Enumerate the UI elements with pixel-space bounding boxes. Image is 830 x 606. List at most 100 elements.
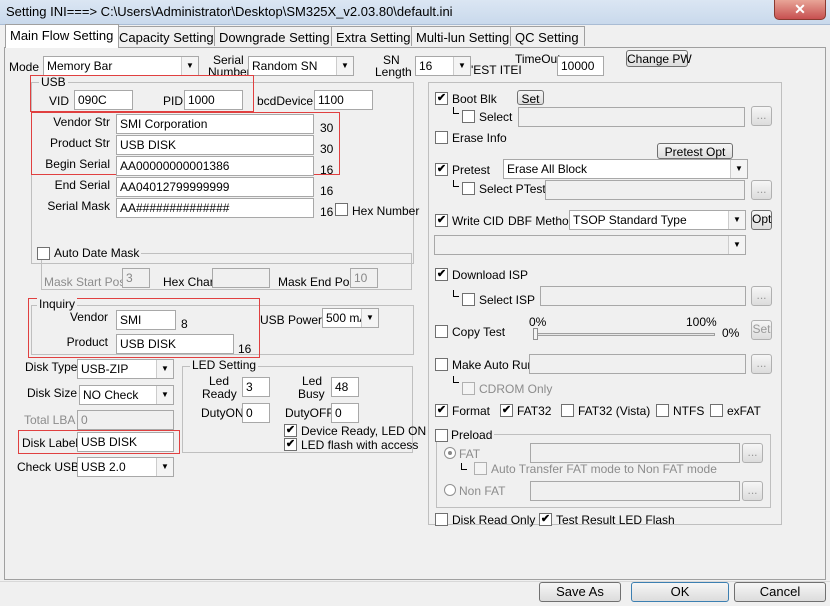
- total-lba-input[interactable]: 0: [77, 410, 174, 430]
- mask-start-input[interactable]: 3: [122, 268, 150, 288]
- mode-select[interactable]: Memory Bar ▼: [43, 56, 199, 76]
- led-ready-label-2: Ready: [202, 387, 237, 401]
- tab-main-flow-setting[interactable]: Main Flow Setting: [5, 24, 120, 48]
- sn-length-value: 16: [419, 59, 433, 73]
- tab-qc-setting[interactable]: QC Setting: [510, 26, 585, 46]
- led-busy-input[interactable]: 48: [331, 377, 359, 397]
- mode-value: Memory Bar: [47, 59, 113, 73]
- tab-extra-setting[interactable]: Extra Setting: [331, 26, 417, 46]
- pid-input[interactable]: 1000: [184, 90, 243, 110]
- inquiry-vendor-input[interactable]: SMI: [116, 310, 176, 330]
- led-flash-access-checkbox[interactable]: ✔: [284, 438, 297, 451]
- select-ptest-checkbox[interactable]: [462, 182, 475, 195]
- preload-checkbox[interactable]: [435, 429, 448, 442]
- select-isp-browse-button[interactable]: ...: [751, 286, 772, 306]
- boot-blk-checkbox[interactable]: ✔: [435, 92, 448, 105]
- make-auto-run-checkbox[interactable]: [435, 358, 448, 371]
- tab-multi-lun-setting[interactable]: Multi-lun Setting: [411, 26, 516, 46]
- boot-blk-select-checkbox[interactable]: [462, 110, 475, 123]
- disk-type-select[interactable]: USB-ZIP ▼: [77, 359, 174, 379]
- vendor-str-input[interactable]: SMI Corporation: [116, 114, 314, 134]
- erase-info-checkbox[interactable]: [435, 131, 448, 144]
- hex-char-label: Hex Char:: [163, 275, 218, 289]
- preload-fat-browse-button[interactable]: ...: [742, 443, 763, 463]
- end-serial-input[interactable]: AA04012799999999: [116, 177, 314, 197]
- led-ready-input[interactable]: 3: [242, 377, 270, 397]
- device-ready-checkbox[interactable]: ✔: [284, 424, 297, 437]
- dbf-method-select[interactable]: TSOP Standard Type ▼: [569, 210, 746, 230]
- copy-test-slider-thumb[interactable]: [533, 328, 538, 340]
- disk-label-input[interactable]: USB DISK: [77, 432, 174, 452]
- check-usb-select[interactable]: USB 2.0 ▼: [77, 457, 174, 477]
- tab-capacity-setting[interactable]: Capacity Setting: [114, 26, 220, 46]
- ok-button[interactable]: OK: [631, 582, 729, 602]
- preload-fat-path-input[interactable]: [530, 443, 740, 463]
- vid-input[interactable]: 090C: [74, 90, 133, 110]
- write-cid-checkbox[interactable]: ✔: [435, 214, 448, 227]
- test-result-led-checkbox[interactable]: ✔: [539, 513, 552, 526]
- product-str-input[interactable]: USB DISK: [116, 135, 314, 155]
- bcd-device-input[interactable]: 1100: [314, 90, 373, 110]
- format-checkbox[interactable]: ✔: [435, 404, 448, 417]
- sn-length-select[interactable]: 16 ▼: [415, 56, 471, 76]
- tree-elbow: [453, 107, 459, 114]
- auto-transfer-checkbox[interactable]: [474, 462, 487, 475]
- hex-number-checkbox[interactable]: [335, 203, 348, 216]
- chevron-down-icon: ▼: [181, 57, 198, 75]
- change-pw-button[interactable]: Change PW: [626, 50, 692, 67]
- begin-serial-input[interactable]: AA00000000001386: [116, 156, 314, 176]
- preload-non-fat-browse-button[interactable]: ...: [742, 481, 763, 501]
- fat32-checkbox[interactable]: ✔: [500, 404, 513, 417]
- cdrom-only-checkbox[interactable]: [462, 382, 475, 395]
- dbf-opt-button[interactable]: Opt: [751, 210, 772, 230]
- serial-number-select[interactable]: Random SN ▼: [248, 56, 354, 76]
- select-ptest-browse-button[interactable]: ...: [751, 180, 772, 200]
- copy-test-slider-track[interactable]: [535, 333, 715, 336]
- non-fat-radio[interactable]: [444, 484, 456, 496]
- select-isp-path-input[interactable]: [540, 286, 746, 306]
- vendor-str-label: Vendor Str: [53, 115, 110, 129]
- exfat-checkbox[interactable]: [710, 404, 723, 417]
- download-isp-checkbox[interactable]: ✔: [435, 268, 448, 281]
- download-isp-label: Download ISP: [452, 268, 529, 282]
- pretest-checkbox[interactable]: ✔: [435, 163, 448, 176]
- duty-on-input[interactable]: 0: [242, 403, 270, 423]
- disk-type-value: USB-ZIP: [81, 362, 129, 376]
- boot-blk-path-input[interactable]: [518, 107, 745, 127]
- inquiry-product-input[interactable]: USB DISK: [116, 334, 234, 354]
- save-as-button[interactable]: Save As: [539, 582, 621, 602]
- boot-blk-browse-button[interactable]: ...: [751, 106, 772, 126]
- select-ptest-path-input[interactable]: [545, 180, 745, 200]
- copy-test-set-button[interactable]: Set: [751, 320, 772, 340]
- make-auto-run-label: Make Auto Run: [452, 358, 535, 372]
- hex-char-input[interactable]: [212, 268, 270, 288]
- boot-blk-set-button[interactable]: Set: [517, 90, 544, 106]
- tab-downgrade-setting[interactable]: Downgrade Setting: [214, 26, 336, 46]
- pretest-select[interactable]: Erase All Block ▼: [503, 159, 748, 179]
- close-button[interactable]: ✕: [774, 0, 826, 20]
- disk-size-select[interactable]: NO Check ▼: [79, 385, 174, 405]
- pretest-opt-button[interactable]: Pretest Opt: [657, 143, 733, 159]
- serial-mask-length: 16: [320, 205, 334, 219]
- preload-non-fat-path-input[interactable]: [530, 481, 740, 501]
- mask-end-input[interactable]: 10: [350, 268, 378, 288]
- usb-group-label: USB: [39, 75, 68, 89]
- write-cid-option-select[interactable]: ▼: [434, 235, 746, 255]
- bcd-device-label: bcdDevice: [257, 94, 314, 108]
- fat-radio[interactable]: [444, 447, 456, 459]
- serial-mask-input[interactable]: AA##############: [116, 198, 314, 218]
- end-serial-label: End Serial: [54, 178, 110, 192]
- make-auto-run-browse-button[interactable]: ...: [751, 354, 772, 374]
- usb-power-select[interactable]: 500 mA ▼: [322, 308, 379, 328]
- fat32-vista-checkbox[interactable]: [561, 404, 574, 417]
- make-auto-run-path-input[interactable]: [529, 354, 746, 374]
- duty-off-input[interactable]: 0: [331, 403, 359, 423]
- timeout-input[interactable]: 10000: [557, 56, 604, 76]
- auto-date-mask-checkbox[interactable]: [37, 247, 50, 260]
- chevron-down-icon: ▼: [156, 360, 173, 378]
- ntfs-checkbox[interactable]: [656, 404, 669, 417]
- copy-test-checkbox[interactable]: [435, 325, 448, 338]
- select-isp-checkbox[interactable]: [462, 293, 475, 306]
- cancel-button[interactable]: Cancel: [734, 582, 826, 602]
- disk-read-only-checkbox[interactable]: [435, 513, 448, 526]
